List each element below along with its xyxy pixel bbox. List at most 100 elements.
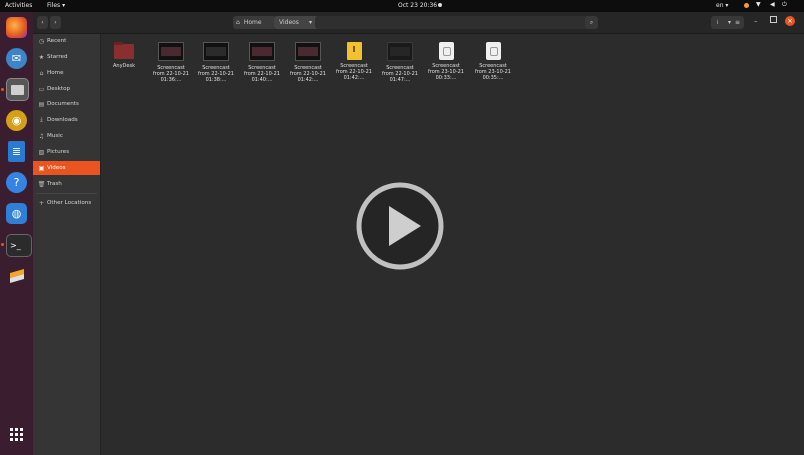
- dock: ✉ ◉ ≣ ? ◍ >_: [0, 12, 33, 455]
- terminal-icon[interactable]: >_: [6, 234, 32, 257]
- file-item[interactable]: Screencast from 22-10-21 01:42:...: [288, 42, 328, 94]
- language-selector[interactable]: en ▾: [716, 2, 728, 9]
- status-indicator-icon[interactable]: [744, 3, 749, 8]
- forward-button[interactable]: ›: [50, 16, 61, 29]
- sidebar-divider: [36, 193, 97, 194]
- document-icon: ▤: [38, 100, 45, 108]
- video-thumbnail-icon: [203, 42, 229, 61]
- file-name: Screencast from 23-10-21 00:33:...: [428, 63, 464, 81]
- desktop-icon: ▭: [38, 85, 45, 93]
- star-icon: ★: [38, 53, 45, 61]
- file-item[interactable]: Screencast from 22-10-21 01:47:...: [380, 42, 420, 94]
- path-videos-button[interactable]: Videos ▾: [274, 16, 319, 29]
- header-bar: ‹ › ⌂ Home Videos ▾ ⌕ ⁞ ▾ ≡ – ×: [33, 12, 804, 34]
- view-options-button[interactable]: ⁞: [711, 16, 724, 29]
- file-item[interactable]: Screencast from 22-10-21 01:42:...: [334, 42, 374, 94]
- app-menu[interactable]: Files ▾: [47, 2, 65, 9]
- writer-icon[interactable]: ≣: [8, 141, 25, 162]
- sidebar-item-label: Pictures: [47, 149, 70, 155]
- sidebar-item-label: Music: [47, 133, 63, 139]
- file-thumbnail-icon: [434, 42, 458, 60]
- sidebar-item-other-locations[interactable]: + Other Locations: [33, 196, 100, 210]
- activities-button[interactable]: Activities: [5, 2, 32, 9]
- maximize-button[interactable]: [770, 16, 777, 23]
- clock[interactable]: Oct 23 20:36: [398, 2, 437, 9]
- file-item[interactable]: AnyDesk: [104, 42, 144, 94]
- music-icon: ♫: [38, 132, 45, 140]
- help-icon[interactable]: ?: [6, 172, 27, 193]
- sidebar-item-starred[interactable]: ★ Starred: [33, 50, 100, 64]
- folder-icon: [112, 42, 136, 59]
- path-videos-label: Videos: [279, 19, 299, 26]
- file-thumbnail-icon: [342, 42, 366, 60]
- show-apps-icon[interactable]: [6, 424, 27, 445]
- sidebar-item-label: Downloads: [47, 117, 78, 123]
- menu-button[interactable]: ≡: [731, 16, 744, 29]
- clock-icon: ◷: [38, 37, 45, 45]
- thunderbird-icon[interactable]: ✉: [6, 48, 27, 69]
- path-home-button[interactable]: ⌂ Home: [233, 16, 276, 29]
- sidebar-item-music[interactable]: ♫ Music: [33, 129, 100, 143]
- file-name: AnyDesk: [113, 63, 135, 69]
- sidebar-item-label: Starred: [47, 54, 68, 60]
- video-icon: ▣: [38, 164, 45, 172]
- sidebar-item-label: Desktop: [47, 86, 71, 92]
- sidebar-item-recent[interactable]: ◷ Recent: [33, 34, 100, 48]
- path-bar-space: [315, 16, 590, 29]
- sidebar-item-documents[interactable]: ▤ Documents: [33, 97, 100, 111]
- running-indicator-icon: [1, 243, 4, 246]
- notification-dot-icon: [438, 3, 442, 7]
- chevron-down-icon: ▾: [308, 19, 312, 26]
- close-button[interactable]: ×: [785, 16, 795, 26]
- file-item[interactable]: Screencast from 22-10-21 01:38:...: [196, 42, 236, 94]
- running-indicator-icon: [1, 88, 4, 91]
- search-button[interactable]: ⌕: [585, 16, 598, 29]
- back-button[interactable]: ‹: [37, 16, 48, 29]
- volume-icon[interactable]: ◀: [770, 1, 775, 8]
- sidebar-item-label: Home: [47, 70, 64, 76]
- sidebar-item-label: Recent: [47, 38, 67, 44]
- video-thumbnail-icon: [295, 42, 321, 61]
- file-name: Screencast from 22-10-21 01:47:...: [382, 65, 418, 83]
- sidebar-item-pictures[interactable]: ▨ Pictures: [33, 145, 100, 159]
- power-icon[interactable]: ⏻: [782, 1, 787, 9]
- sidebar-item-home[interactable]: ⌂ Home: [33, 66, 100, 80]
- sidebar: ◷ Recent ★ Starred ⌂ Home ▭ Desktop ▤ Documen…: [33, 34, 101, 455]
- file-name: Screencast from 22-10-21 01:42:...: [336, 63, 372, 81]
- home-icon: ⌂: [39, 69, 44, 77]
- trash-icon: 🗑: [37, 180, 46, 188]
- video-thumbnail-icon: [249, 42, 275, 61]
- rhythmbox-icon[interactable]: ◉: [6, 110, 27, 131]
- file-item[interactable]: Screencast from 23-10-21 00:35:...: [473, 42, 513, 94]
- video-thumbnail-icon: [158, 42, 184, 61]
- files-icon[interactable]: [6, 78, 29, 101]
- sidebar-item-trash[interactable]: 🗑 Trash: [33, 177, 100, 191]
- network-icon[interactable]: ▼: [756, 1, 761, 8]
- minimize-button[interactable]: –: [754, 17, 758, 25]
- file-name: Screencast from 23-10-21 00:35:...: [475, 63, 511, 81]
- file-item[interactable]: Screencast from 22-10-21 01:40:...: [242, 42, 282, 94]
- file-view: AnyDesk Screencast from 22-10-21 01:36:.…: [101, 34, 804, 455]
- sidebar-item-label: Trash: [47, 181, 62, 187]
- file-name: Screencast from 22-10-21 01:36:...: [153, 65, 189, 83]
- file-name: Screencast from 22-10-21 01:38:...: [198, 65, 234, 83]
- download-icon: ⤓: [40, 116, 43, 123]
- file-item[interactable]: Screencast from 23-10-21 00:33:...: [426, 42, 466, 94]
- play-button[interactable]: [356, 182, 444, 270]
- firefox-icon[interactable]: [6, 17, 27, 38]
- sidebar-item-label: Documents: [47, 101, 79, 107]
- sidebar-item-videos[interactable]: ▣ Videos: [33, 161, 100, 175]
- home-icon: ⌂: [236, 19, 240, 26]
- sidebar-item-desktop[interactable]: ▭ Desktop: [33, 82, 100, 96]
- file-item[interactable]: Screencast from 22-10-21 01:36:...: [151, 42, 191, 94]
- top-bar: Activities Files ▾ Oct 23 20:36 en ▾ ▼ ◀…: [0, 0, 804, 12]
- path-home-label: Home: [243, 19, 262, 26]
- picture-icon: ▨: [38, 148, 45, 156]
- software-icon[interactable]: ◍: [6, 203, 27, 224]
- play-icon: [356, 182, 444, 270]
- sidebar-item-downloads[interactable]: ⤓ Downloads: [33, 113, 100, 127]
- file-name: Screencast from 22-10-21 01:40:...: [244, 65, 280, 83]
- sidebar-item-label: Other Locations: [47, 200, 92, 206]
- sublime-icon[interactable]: [6, 265, 27, 286]
- sidebar-item-label: Videos: [47, 165, 66, 171]
